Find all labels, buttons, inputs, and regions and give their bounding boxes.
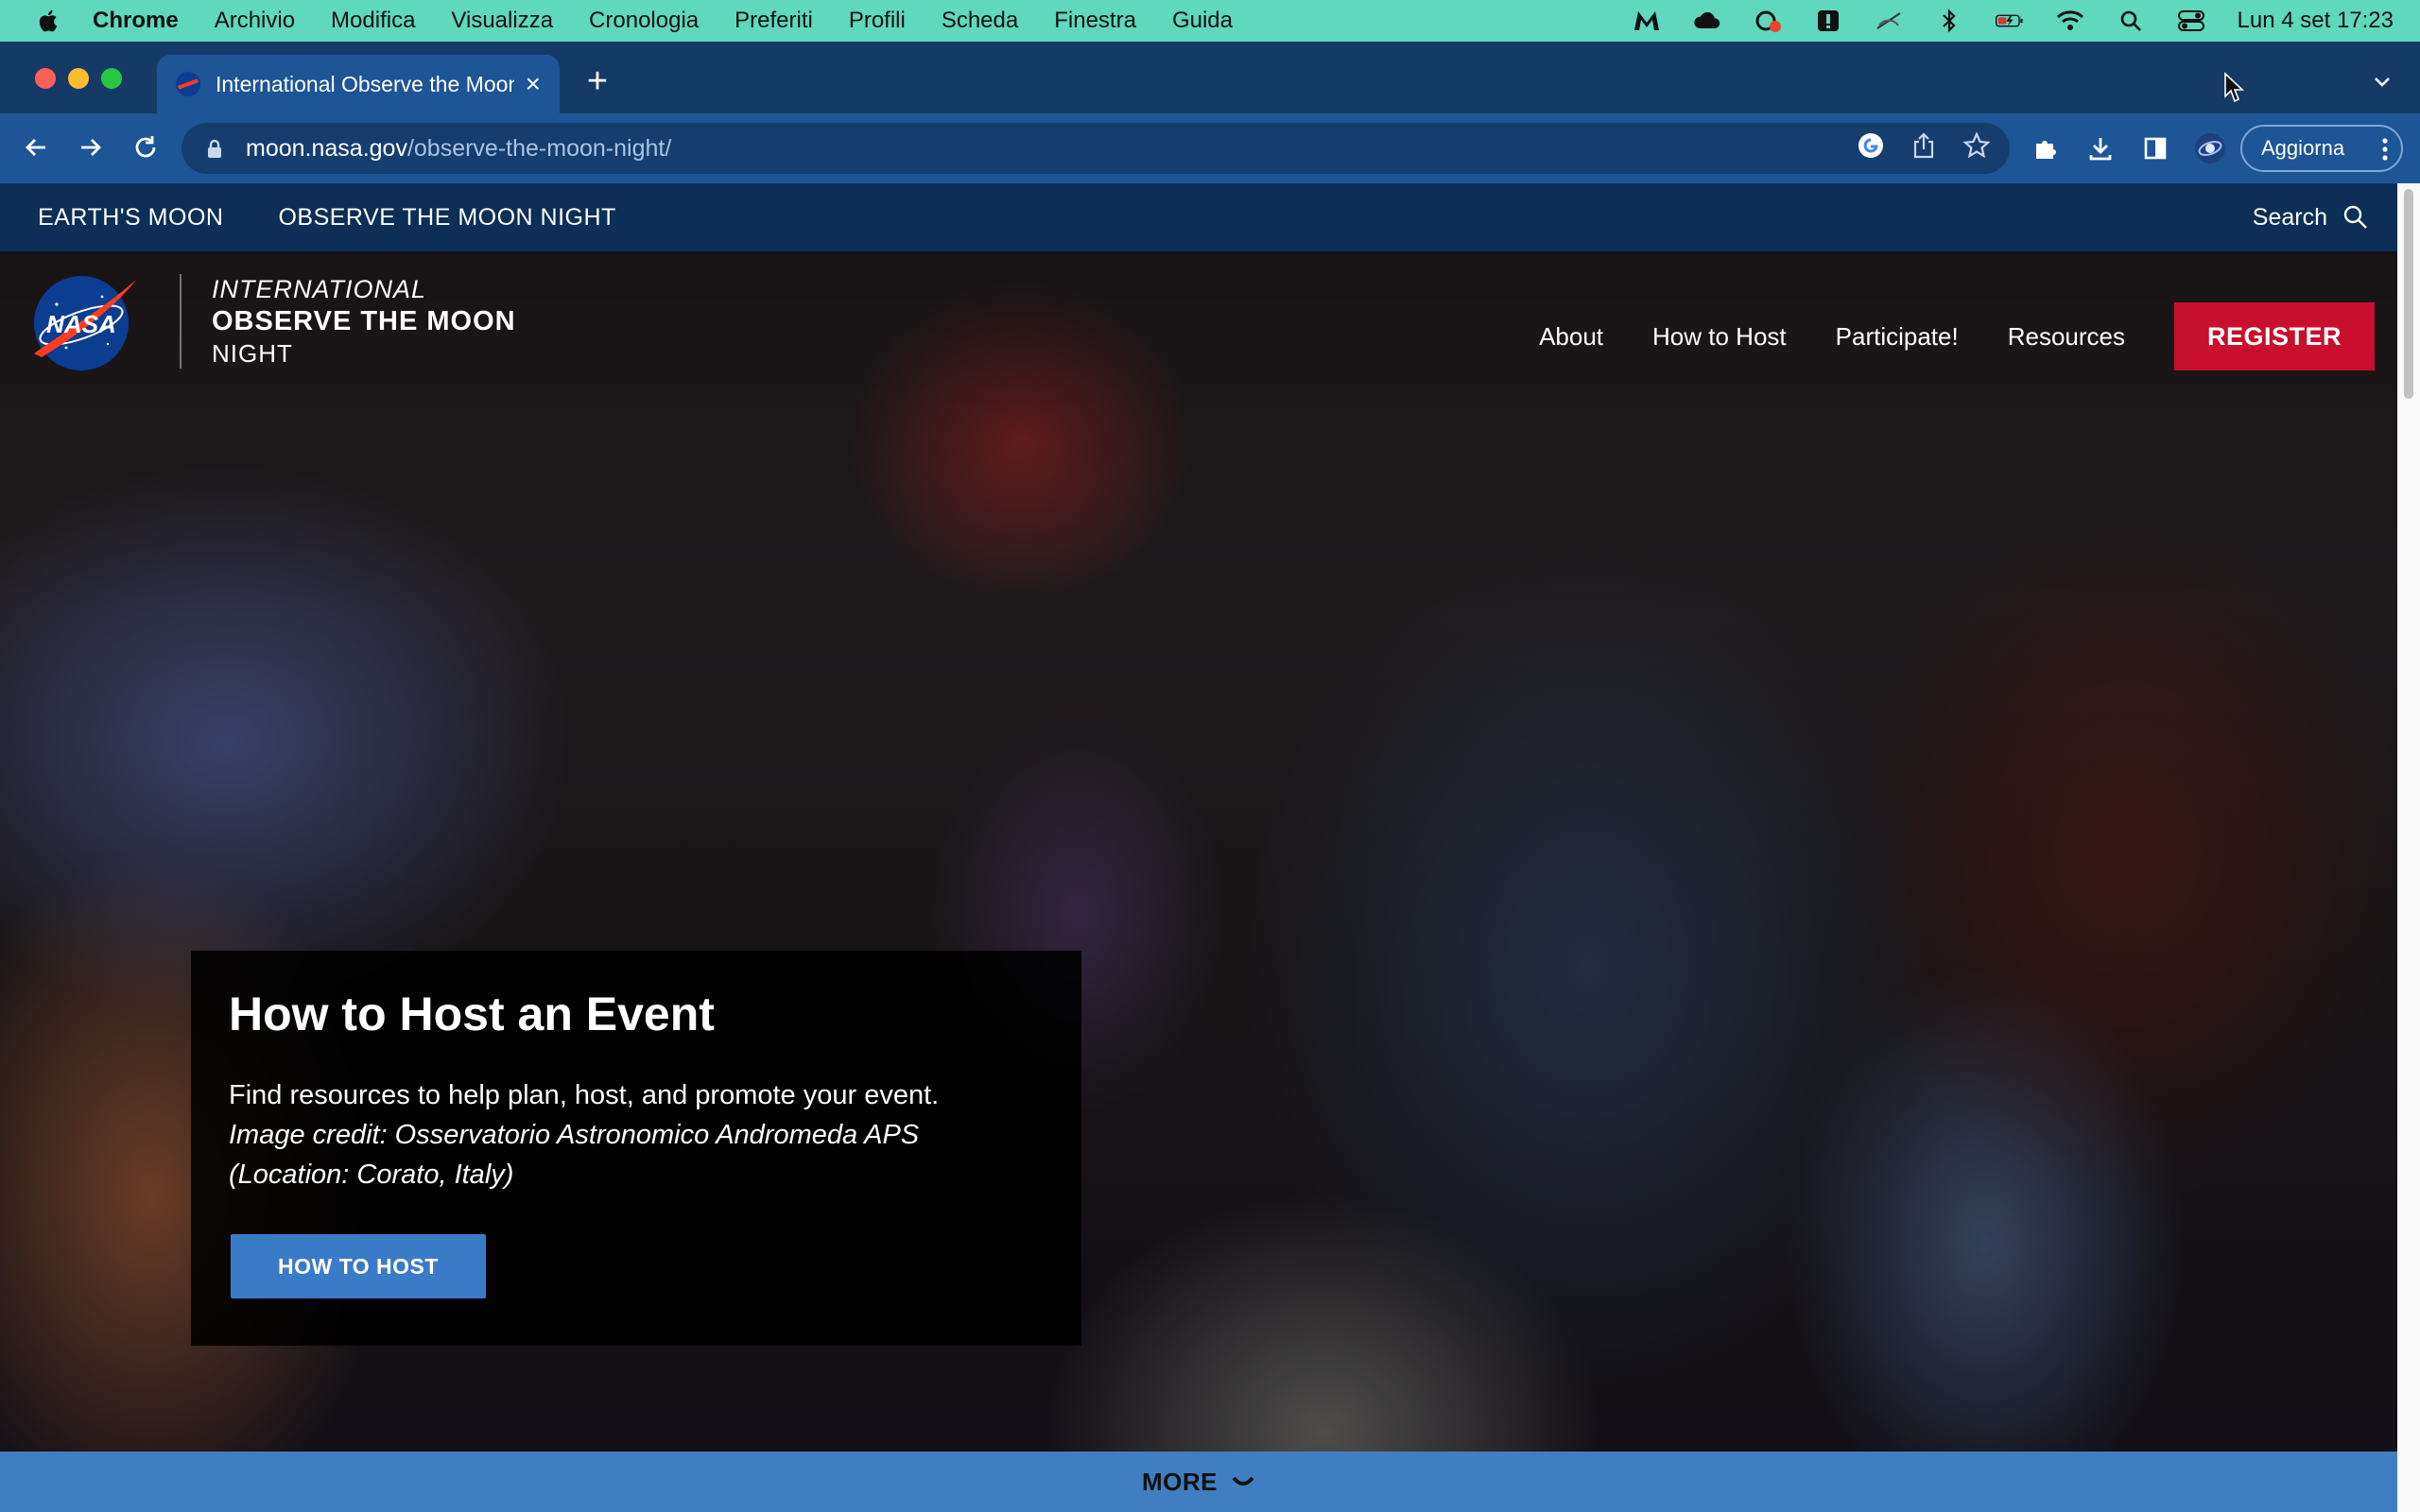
reload-icon — [135, 136, 156, 158]
reload-button[interactable] — [127, 129, 164, 166]
menu-app-name[interactable]: Chrome — [93, 8, 179, 34]
lock-icon[interactable] — [204, 138, 225, 159]
nasa-logo-text: NASA — [46, 310, 116, 338]
brand-line-observe: OBSERVE THE MOON — [212, 306, 516, 336]
search-icon — [2343, 205, 2367, 229]
hero-title: How to Host an Event — [229, 988, 715, 1040]
bluetooth-icon[interactable] — [1935, 7, 1963, 35]
search-label: Search — [2252, 203, 2327, 231]
back-button[interactable] — [17, 129, 55, 166]
tab-search-chevron-icon[interactable] — [2368, 68, 2396, 96]
top-site-nav: EARTH'S MOON OBSERVE THE MOON NIGHT Sear… — [0, 183, 2397, 251]
nasa-meatball-logo[interactable]: NASA — [28, 270, 140, 372]
window-close-button[interactable] — [35, 68, 56, 89]
menu-cronologia[interactable]: Cronologia — [589, 8, 699, 34]
window-zoom-button[interactable] — [101, 68, 122, 89]
nav-resources[interactable]: Resources — [2008, 322, 2125, 352]
address-bar[interactable]: moon.nasa.gov/observe-the-moon-night/ — [182, 123, 2010, 174]
macos-menu-bar: Chrome Archivio Modifica Visualizza Cron… — [0, 0, 2420, 42]
extensions-puzzle-icon[interactable] — [2029, 131, 2063, 165]
brand-line-international: INTERNATIONAL — [212, 275, 427, 303]
image-credit: Image credit: Osservatorio Astronomico A… — [229, 1120, 920, 1190]
forward-button[interactable] — [72, 129, 110, 166]
nav-observe-the-moon-night[interactable]: OBSERVE THE MOON NIGHT — [278, 204, 615, 232]
more-button[interactable]: MORE — [0, 1452, 2397, 1512]
toolbar-extensions — [2029, 129, 2227, 168]
menu-finestra[interactable]: Finestra — [1054, 8, 1136, 34]
menu-modifica[interactable]: Modifica — [331, 8, 415, 34]
share-icon[interactable] — [1911, 131, 1936, 166]
brand-divider — [180, 274, 182, 369]
bookmark-star-icon[interactable] — [1962, 130, 1991, 166]
update-chrome-button[interactable]: Aggiorna — [2240, 125, 2403, 172]
more-label: MORE — [1142, 1467, 1218, 1496]
hero-description: Find resources to help plan, host, and p… — [229, 1080, 940, 1110]
menubar-clock[interactable]: Lun 4 set 17:23 — [2238, 8, 2394, 34]
update-label: Aggiorna — [2261, 136, 2345, 160]
google-lens-icon[interactable] — [1857, 131, 1885, 166]
menu-archivio[interactable]: Archivio — [215, 8, 295, 34]
spotlight-icon[interactable] — [2117, 7, 2145, 35]
nav-how-to-host[interactable]: How to Host — [1652, 322, 1787, 352]
malwarebytes-icon[interactable] — [1633, 7, 1661, 35]
battery-icon[interactable] — [1995, 7, 2024, 35]
forward-arrow-icon — [81, 139, 101, 156]
cloud-icon[interactable] — [1693, 7, 1721, 35]
mute-icon[interactable] — [1875, 7, 1903, 35]
tab-close-icon[interactable]: × — [526, 69, 541, 99]
nav-earths-moon[interactable]: EARTH'S MOON — [38, 204, 223, 232]
site-brand[interactable]: NASA INTERNATIONAL OBSERVE THE MOON NIGH… — [28, 270, 516, 372]
menu-guida[interactable]: Guida — [1172, 8, 1233, 34]
nasa-favicon-icon — [176, 72, 200, 96]
browser-tab-active[interactable]: International Observe the Moon × — [157, 55, 560, 113]
profile-avatar-icon[interactable] — [2193, 131, 2227, 165]
brand-line-night: NIGHT — [212, 339, 293, 368]
register-button[interactable]: REGISTER — [2174, 302, 2375, 370]
menu-profili[interactable]: Profili — [849, 8, 906, 34]
page-scrollbar[interactable] — [2397, 183, 2420, 1512]
mouse-pointer-icon — [2224, 72, 2244, 103]
window-minimize-button[interactable] — [68, 68, 89, 89]
notification-icon[interactable] — [1814, 7, 1842, 35]
hero-card: How to Host an Event Find resources to h… — [191, 951, 1081, 1346]
back-arrow-icon — [26, 139, 45, 156]
new-tab-button[interactable]: + — [579, 62, 616, 104]
site-search-button[interactable]: Search — [2253, 183, 2369, 251]
menu-scheda[interactable]: Scheda — [942, 8, 1018, 34]
scrollbar-thumb[interactable] — [2404, 189, 2413, 399]
url-path: /observe-the-moon-night/ — [406, 134, 672, 162]
url-host: moon.nasa.gov — [246, 134, 407, 162]
side-panel-icon[interactable] — [2138, 131, 2172, 165]
menu-visualizza[interactable]: Visualizza — [451, 8, 553, 34]
chrome-menu-kebab-icon[interactable] — [2382, 137, 2388, 162]
nav-participate[interactable]: Participate! — [1836, 322, 1959, 352]
download-icon[interactable] — [2083, 131, 2118, 165]
control-center-icon[interactable] — [2177, 7, 2205, 35]
tab-title: International Observe the Moon — [216, 71, 514, 96]
main-nav: About How to Host Participate! Resources… — [1539, 302, 2375, 370]
nav-about[interactable]: About — [1539, 322, 1603, 352]
creative-cloud-icon[interactable] — [1754, 7, 1782, 35]
chevron-down-icon — [1232, 1476, 1254, 1486]
wifi-icon[interactable] — [2056, 7, 2084, 35]
hero-banner: NASA INTERNATIONAL OBSERVE THE MOON NIGH… — [0, 251, 2397, 1452]
menu-preferiti[interactable]: Preferiti — [735, 8, 813, 34]
brand-title: INTERNATIONAL OBSERVE THE MOON NIGHT — [212, 273, 516, 369]
apple-menu-icon[interactable] — [36, 8, 62, 34]
web-page: EARTH'S MOON OBSERVE THE MOON NIGHT Sear… — [0, 183, 2397, 1512]
how-to-host-button[interactable]: HOW TO HOST — [231, 1234, 486, 1298]
